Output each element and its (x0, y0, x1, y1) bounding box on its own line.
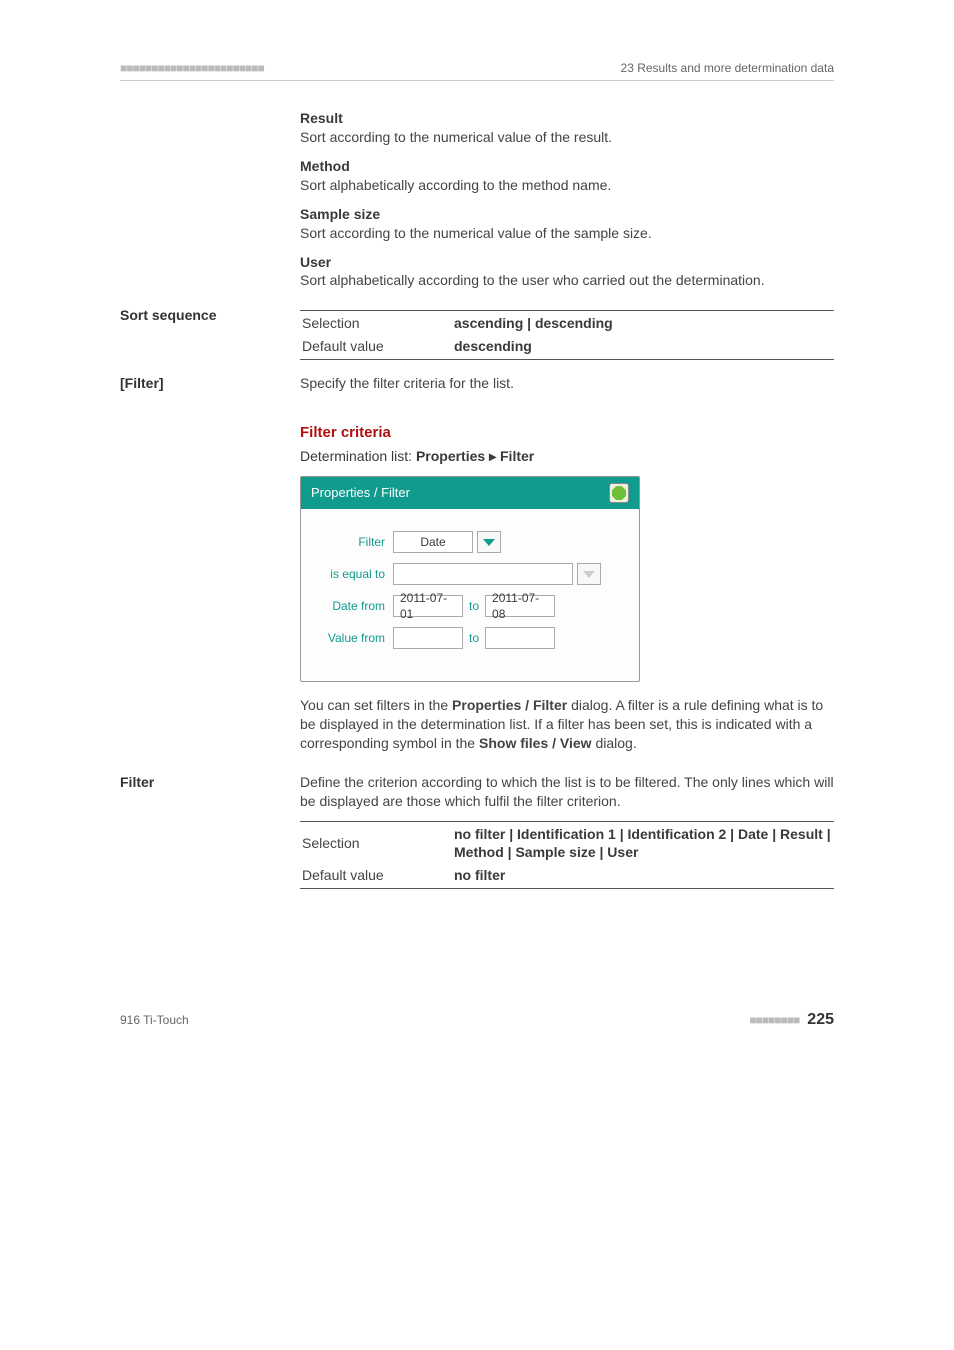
stop-button[interactable] (609, 483, 629, 503)
def-desc-method: Sort alphabetically according to the met… (300, 176, 834, 195)
def-term-method: Method (300, 157, 834, 176)
heading-filter-criteria: Filter criteria (300, 423, 834, 443)
page-header: ■■■■■■■■■■■■■■■■■■■■■■■ 23 Results and m… (120, 60, 834, 81)
breadcrumb-sep: ▸ (485, 448, 500, 464)
value-filter-default: no filter (454, 865, 832, 886)
footer-product: 916 Ti-Touch (120, 1012, 189, 1028)
filter-param-table: Selection no filter | Identification 1 |… (300, 821, 834, 890)
heading-filter: [Filter] (120, 374, 300, 403)
label-value-from: Value from (315, 630, 393, 646)
heading-sort-sequence: Sort sequence (120, 306, 300, 360)
label-filter: Filter (315, 534, 393, 550)
page-footer: 916 Ti-Touch ■■■■■■■■ 225 (120, 1009, 834, 1031)
field-is-equal-to[interactable] (393, 563, 573, 585)
dialog-titlebar: Properties / Filter (301, 477, 639, 509)
field-date-to[interactable]: 2011-07-08 (485, 595, 555, 617)
dialog-title-text: Properties / Filter (311, 484, 410, 502)
filter-param-intro: Define the criterion according to which … (300, 773, 834, 811)
sort-sequence-table: Selection ascending | descending Default… (300, 310, 834, 360)
def-term-result: Result (300, 109, 834, 128)
footer-page-number: 225 (807, 1009, 834, 1031)
chevron-down-icon (483, 539, 495, 546)
label-date-from: Date from (315, 598, 393, 614)
filter-intro: Specify the filter criteria for the list… (300, 374, 834, 393)
field-value-to[interactable] (485, 627, 555, 649)
label-default: Default value (302, 336, 452, 357)
def-desc-user: Sort alphabetically according to the use… (300, 271, 834, 290)
equal-dropdown-button[interactable] (577, 563, 601, 585)
breadcrumb-filter: Filter (500, 448, 534, 464)
value-filter-selection: no filter | Identification 1 | Identific… (454, 824, 832, 864)
field-date-from[interactable]: 2011-07-01 (393, 595, 463, 617)
def-desc-result: Sort according to the numerical value of… (300, 128, 834, 147)
label-to-date: to (463, 598, 485, 614)
field-filter-value[interactable]: Date (393, 531, 473, 553)
header-chapter: 23 Results and more determination data (621, 60, 834, 76)
heading-filter-param: Filter (120, 773, 300, 889)
properties-filter-dialog: Properties / Filter Filter Date is equal… (300, 476, 640, 682)
def-term-sample: Sample size (300, 205, 834, 224)
filter-dropdown-button[interactable] (477, 531, 501, 553)
breadcrumb: Determination list: Properties ▸ Filter (300, 447, 834, 466)
filter-description: You can set filters in the Properties / … (300, 696, 834, 753)
label-filter-selection: Selection (302, 824, 452, 864)
def-term-user: User (300, 253, 834, 272)
stop-icon (612, 486, 626, 500)
label-is-equal-to: is equal to (315, 566, 393, 582)
label-selection: Selection (302, 313, 452, 334)
breadcrumb-properties: Properties (416, 448, 485, 464)
breadcrumb-prefix: Determination list: (300, 448, 416, 464)
footer-decor: ■■■■■■■■ (749, 1012, 799, 1028)
label-filter-default: Default value (302, 865, 452, 886)
value-default: descending (454, 336, 832, 357)
label-to-value: to (463, 630, 485, 646)
header-decor-left: ■■■■■■■■■■■■■■■■■■■■■■■ (120, 60, 264, 76)
value-selection: ascending | descending (454, 313, 832, 334)
field-value-from[interactable] (393, 627, 463, 649)
def-desc-sample: Sort according to the numerical value of… (300, 224, 834, 243)
chevron-down-icon (583, 571, 595, 578)
